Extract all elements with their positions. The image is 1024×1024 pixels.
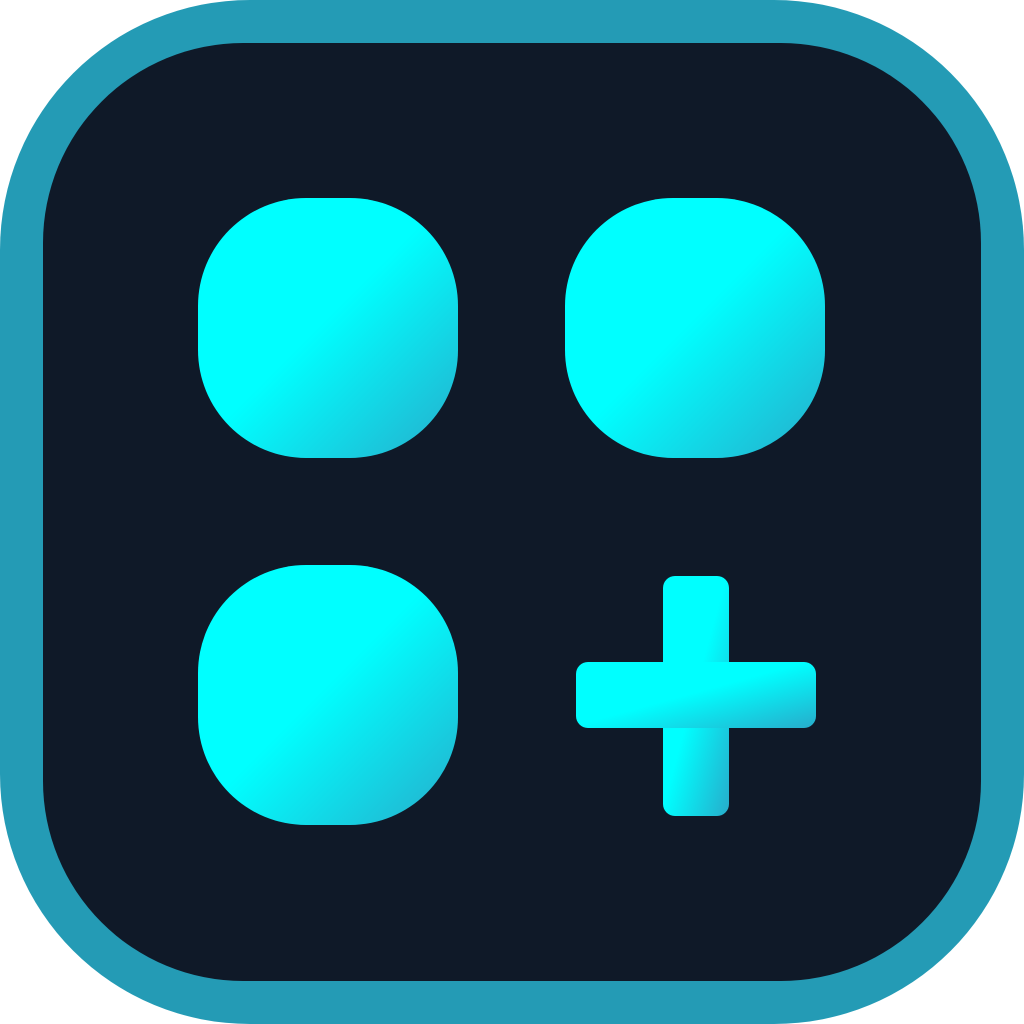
plus-icon-horizontal-bar [576, 662, 816, 728]
tile-bottom-left [198, 565, 458, 825]
app-icon[interactable] [0, 0, 1024, 1024]
tile-top-left [198, 198, 458, 458]
app-icon-graphic [0, 0, 1024, 1024]
tile-top-right [565, 198, 825, 458]
icon-background [43, 43, 981, 981]
